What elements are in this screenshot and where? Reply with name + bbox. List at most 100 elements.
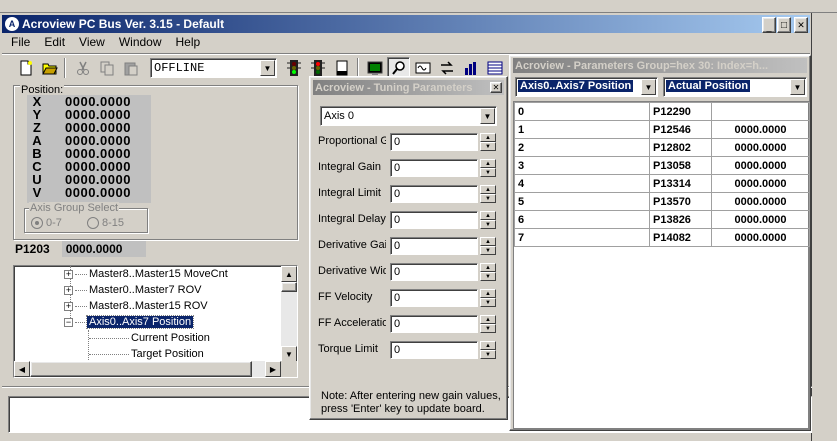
spin-down-arrow[interactable]: ▼	[480, 168, 496, 177]
tuning-param-spinner[interactable]: ▲ ▼	[480, 159, 496, 177]
hscroll-thumb[interactable]	[30, 361, 252, 377]
open-folder-button[interactable]	[38, 57, 61, 79]
tuning-param-input[interactable]: 0	[390, 341, 478, 359]
minimize-button[interactable]: _	[762, 17, 776, 33]
spin-up-arrow[interactable]: ▲	[480, 341, 496, 350]
tuning-param-spinner[interactable]: ▲ ▼	[480, 315, 496, 333]
param-row[interactable]: 7 P14082 0000.0000	[514, 228, 810, 247]
new-file-button[interactable]	[14, 57, 37, 79]
param-row[interactable]: 2 P12802 0000.0000	[514, 138, 810, 157]
axis-dropdown-arrow[interactable]: ▼	[480, 108, 495, 124]
tuning-param-input[interactable]: 0	[390, 315, 478, 333]
spin-down-arrow[interactable]: ▼	[480, 194, 496, 203]
spin-up-arrow[interactable]: ▲	[480, 159, 496, 168]
tuning-param-input[interactable]: 0	[390, 133, 478, 151]
scroll-right-arrow[interactable]: ▶	[265, 361, 281, 377]
group-radio-0-7[interactable]: 0-7	[31, 217, 62, 229]
position-row: V 0000.0000	[27, 185, 151, 200]
menu-file[interactable]: File	[4, 35, 37, 51]
param-row[interactable]: 6 P13826 0000.0000	[514, 210, 810, 229]
spin-up-arrow[interactable]: ▲	[480, 185, 496, 194]
tree-view[interactable]: + Master8..Master15 MoveCnt + Master0..Mas…	[13, 265, 298, 378]
collapse-icon[interactable]: −	[64, 317, 73, 327]
tree-item-selected[interactable]: − Axis0..Axis7 Position	[64, 314, 228, 330]
group-radio-8-15[interactable]: 8-15	[87, 217, 124, 229]
mode-dropdown-arrow[interactable]: ▼	[260, 60, 275, 76]
tree-item[interactable]: Target Position	[64, 346, 228, 362]
tuning-param-input[interactable]: 0	[390, 289, 478, 307]
param-row[interactable]: 1 P12546 0000.0000	[514, 120, 810, 139]
menu-view[interactable]: View	[72, 35, 112, 51]
param-row[interactable]: 4 P13314 0000.0000	[514, 174, 810, 193]
expand-icon[interactable]: +	[64, 285, 73, 295]
param-row[interactable]: 3 P13058 0000.0000	[514, 156, 810, 175]
tuning-param-input[interactable]: 0	[390, 159, 478, 177]
menu-window[interactable]: Window	[112, 35, 169, 51]
scroll-thumb[interactable]	[281, 282, 297, 292]
spin-down-arrow[interactable]: ▼	[480, 220, 496, 229]
param-cell-value[interactable]: 0000.0000	[711, 138, 810, 157]
scroll-down-arrow[interactable]: ▼	[281, 346, 297, 362]
group-select[interactable]: Axis0..Axis7 Position ▼	[515, 77, 658, 97]
params-title-bar[interactable]: Acroview - Parameters Group=hex 30: Inde…	[513, 58, 807, 73]
param-cell-value[interactable]: 0000.0000	[711, 228, 810, 247]
tuning-param-spinner[interactable]: ▲ ▼	[480, 211, 496, 229]
spin-up-arrow[interactable]: ▲	[480, 237, 496, 246]
tuning-param-input[interactable]: 0	[390, 211, 478, 229]
spin-up-arrow[interactable]: ▲	[480, 211, 496, 220]
spin-down-arrow[interactable]: ▼	[480, 324, 496, 333]
spin-up-arrow[interactable]: ▲	[480, 133, 496, 142]
spin-up-arrow[interactable]: ▲	[480, 263, 496, 272]
tree-horizontal-scrollbar[interactable]: ◀ ▶	[14, 361, 281, 377]
close-button[interactable]: ✕	[794, 17, 808, 33]
param-cell-value[interactable]: 0000.0000	[711, 174, 810, 193]
tuning-param-spinner[interactable]: ▲ ▼	[480, 263, 496, 281]
type-select[interactable]: Actual Position ▼	[663, 77, 807, 97]
spin-down-arrow[interactable]: ▼	[480, 298, 496, 307]
menu-edit[interactable]: Edit	[37, 35, 72, 51]
tuning-title-bar[interactable]: Acroview - Tuning Parameters	[313, 80, 504, 95]
spin-up-arrow[interactable]: ▲	[480, 289, 496, 298]
copy-button[interactable]	[95, 57, 118, 79]
spin-down-arrow[interactable]: ▼	[480, 142, 496, 151]
tuning-param-input[interactable]: 0	[390, 237, 478, 255]
spin-down-arrow[interactable]: ▼	[480, 350, 496, 359]
tuning-param-spinner[interactable]: ▲ ▼	[480, 185, 496, 203]
traffic-light-green-button[interactable]	[282, 57, 305, 79]
spin-up-arrow[interactable]: ▲	[480, 315, 496, 324]
spin-down-arrow[interactable]: ▼	[480, 272, 496, 281]
scroll-left-arrow[interactable]: ◀	[14, 361, 30, 377]
tree-item[interactable]: + Master0..Master7 ROV	[64, 282, 228, 298]
cut-button[interactable]	[71, 57, 94, 79]
param-cell-value[interactable]: 0000.0000	[711, 156, 810, 175]
expand-icon[interactable]: +	[64, 269, 73, 279]
tree-vertical-scrollbar[interactable]: ▲ ▼	[281, 266, 297, 362]
param-cell-value[interactable]: 0000.0000	[711, 210, 810, 229]
tree-item[interactable]: + Master8..Master15 ROV	[64, 298, 228, 314]
tuning-param-spinner[interactable]: ▲ ▼	[480, 289, 496, 307]
tuning-param-input[interactable]: 0	[390, 263, 478, 281]
tuning-param-spinner[interactable]: ▲ ▼	[480, 133, 496, 151]
spin-down-arrow[interactable]: ▼	[480, 246, 496, 255]
maximize-button[interactable]: □	[777, 17, 791, 33]
param-cell-value[interactable]: 0000.0000	[711, 192, 810, 211]
main-title-bar[interactable]: A Acroview PC Bus Ver. 3.15 - Default	[2, 15, 810, 33]
type-dropdown-arrow[interactable]: ▼	[790, 79, 805, 95]
tree-item[interactable]: + Master8..Master15 MoveCnt	[64, 266, 228, 282]
param-cell-value[interactable]: 0000.0000	[711, 120, 810, 139]
tuning-param-input[interactable]: 0	[390, 185, 478, 203]
param-row[interactable]: 5 P13570 0000.0000	[514, 192, 810, 211]
param-row[interactable]: 0 P12290	[514, 102, 810, 121]
expand-icon[interactable]: +	[64, 301, 73, 311]
tuning-param-spinner[interactable]: ▲ ▼	[480, 237, 496, 255]
mode-select[interactable]: OFFLINE ▼	[150, 58, 277, 78]
menu-help[interactable]: Help	[169, 35, 208, 51]
param-cell-value[interactable]	[711, 102, 810, 121]
axis-select[interactable]: Axis 0 ▼	[320, 106, 497, 126]
group-dropdown-arrow[interactable]: ▼	[641, 79, 656, 95]
scroll-up-arrow[interactable]: ▲	[281, 266, 297, 282]
paste-button[interactable]	[119, 57, 142, 79]
tuning-close-button[interactable]: ✕	[490, 82, 502, 93]
tuning-param-spinner[interactable]: ▲ ▼	[480, 341, 496, 359]
tree-item[interactable]: Current Position	[64, 330, 228, 346]
